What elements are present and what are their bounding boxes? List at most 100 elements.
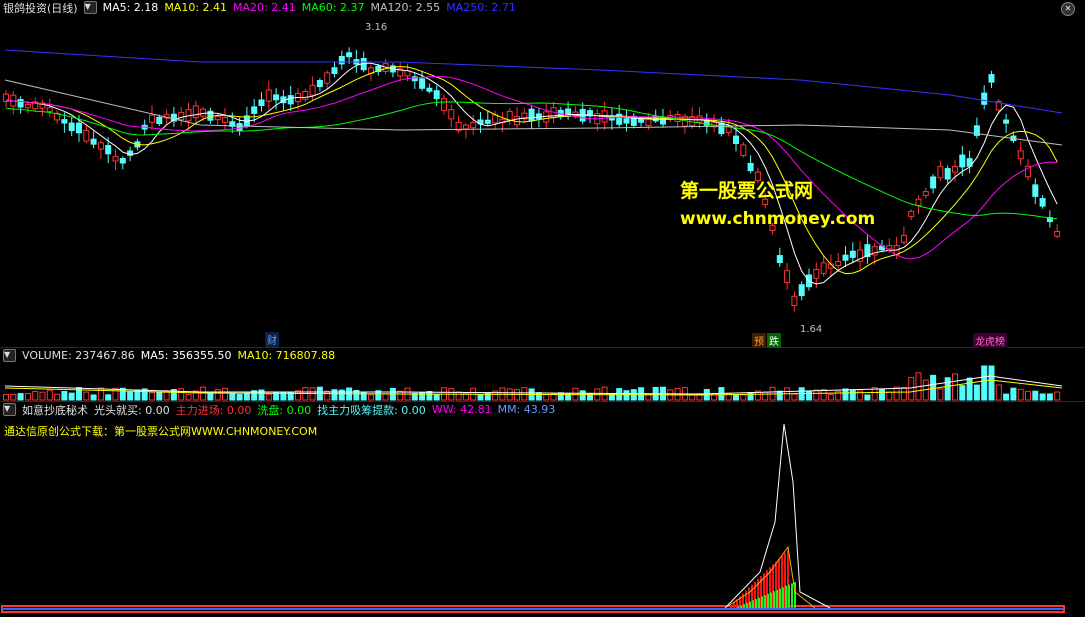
candle-body bbox=[718, 122, 725, 135]
event-marker-die[interactable]: 跌 bbox=[767, 333, 781, 348]
volume-bar bbox=[871, 387, 878, 401]
candle-body bbox=[514, 116, 520, 126]
volume-bar bbox=[265, 393, 272, 401]
candle-body bbox=[492, 114, 499, 124]
volume-bar bbox=[579, 390, 586, 401]
candle-body bbox=[258, 99, 265, 106]
indicator-legend: ▼ 如意抄底秘术 光头就买: 0.00 主力进场: 0.00 洗盘: 0.00 … bbox=[0, 402, 555, 417]
event-marker-longhubang[interactable]: 龙虎榜 bbox=[973, 333, 1007, 348]
volume-panel[interactable]: ▼ VOLUME: 237467.86 MA5: 356355.50 MA10:… bbox=[0, 347, 1085, 402]
ma10-line bbox=[5, 66, 1058, 275]
indicator-name: 如意抄底秘术 bbox=[22, 403, 88, 417]
candle-body bbox=[813, 268, 820, 279]
volume-bar bbox=[930, 374, 937, 401]
candle-body bbox=[331, 67, 338, 75]
candle-body bbox=[543, 111, 550, 123]
candle-body bbox=[740, 144, 747, 156]
volume-bar bbox=[937, 388, 944, 401]
volume-bar bbox=[988, 365, 995, 401]
indicator-subtitle: 通达信原创公式下载：第一股票公式网WWW.CHNMONEY.COM bbox=[4, 425, 318, 438]
chevron-down-icon[interactable]: ▼ bbox=[83, 1, 97, 14]
ma60-value: MA60: 2.37 bbox=[301, 1, 365, 14]
volume-bar bbox=[214, 389, 221, 401]
ww-value: WW: 42.81 bbox=[431, 403, 492, 416]
volume-bar bbox=[820, 388, 827, 401]
chevron-down-icon[interactable]: ▼ bbox=[3, 403, 16, 416]
volume-bar bbox=[608, 394, 615, 401]
volume-bar bbox=[966, 377, 973, 401]
candle-body bbox=[1032, 184, 1039, 197]
candle-body bbox=[915, 198, 922, 206]
volume-bar bbox=[368, 394, 374, 401]
candle-body bbox=[251, 106, 258, 114]
volume-bar bbox=[97, 387, 104, 401]
volume-bar bbox=[105, 394, 112, 401]
candle-body bbox=[733, 135, 739, 145]
volume-bar bbox=[258, 389, 265, 401]
candle-body bbox=[192, 105, 199, 119]
candle-body bbox=[419, 78, 426, 89]
volume-bar bbox=[200, 386, 207, 401]
candle-body bbox=[1054, 231, 1061, 237]
volume-bar bbox=[229, 393, 236, 401]
volume-bar bbox=[54, 393, 61, 401]
zhaozhuli-value: 找主力吸筹提款: 0.00 bbox=[317, 403, 426, 417]
ma20-line bbox=[5, 76, 1058, 260]
volume-bar bbox=[243, 392, 250, 401]
candle-body bbox=[178, 112, 185, 121]
candlestick-chart[interactable] bbox=[0, 0, 1085, 347]
volume-ma5-value: MA5: 356355.50 bbox=[140, 349, 232, 362]
candle-body bbox=[346, 52, 353, 58]
chevron-down-icon[interactable]: ▼ bbox=[3, 349, 16, 362]
candle-body bbox=[747, 162, 754, 172]
volume-bar bbox=[32, 390, 39, 401]
xipan-value: 洗盘: 0.00 bbox=[257, 403, 312, 417]
volume-bar bbox=[426, 390, 433, 401]
candle-body bbox=[952, 166, 958, 173]
volume-bar bbox=[864, 394, 871, 401]
candle-body bbox=[922, 191, 929, 196]
volume-bar bbox=[1032, 390, 1039, 401]
candle-body bbox=[309, 84, 316, 96]
volume-bar bbox=[207, 391, 214, 401]
watermark-site-name: 第一股票公式网 bbox=[680, 180, 814, 202]
candle-body bbox=[76, 122, 82, 134]
candle-body bbox=[1017, 150, 1024, 160]
volume-bar bbox=[39, 391, 46, 401]
volume-bar bbox=[944, 377, 951, 401]
candle-body bbox=[287, 95, 294, 105]
volume-bar bbox=[433, 393, 440, 401]
candle-body bbox=[17, 99, 24, 108]
volume-bar bbox=[959, 385, 966, 401]
ma20-value: MA20: 2.41 bbox=[233, 1, 296, 14]
stock-name: 银鸽投资(日线) bbox=[3, 1, 78, 15]
candle-body bbox=[302, 90, 309, 100]
candle-body bbox=[83, 129, 90, 142]
candle-body bbox=[119, 158, 126, 164]
event-marker-yu[interactable]: 预 bbox=[752, 333, 766, 348]
candle-body bbox=[200, 108, 207, 117]
candle-body bbox=[1003, 119, 1010, 124]
candle-body bbox=[842, 254, 849, 261]
volume-bar bbox=[557, 392, 564, 401]
event-marker-cai[interactable]: 财 bbox=[265, 332, 279, 347]
ma5-value: MA5: 2.18 bbox=[102, 1, 159, 14]
candle-body bbox=[791, 295, 798, 306]
close-icon[interactable]: ✕ bbox=[1061, 2, 1075, 16]
volume-bar bbox=[185, 393, 192, 401]
candle-body bbox=[68, 122, 75, 132]
candle-body bbox=[214, 115, 221, 121]
volume-bar bbox=[900, 387, 907, 401]
candle-body bbox=[784, 270, 791, 284]
candle-body bbox=[105, 145, 112, 155]
indicator-panel[interactable]: ▼ 如意抄底秘术 光头就买: 0.00 主力进场: 0.00 洗盘: 0.00 … bbox=[0, 401, 1085, 617]
volume-bar bbox=[83, 391, 90, 401]
price-chart-panel[interactable]: 银鸽投资(日线) ▼ MA5: 2.18 MA10: 2.41 MA20: 2.… bbox=[0, 0, 1085, 348]
candle-body bbox=[623, 118, 630, 124]
candle-body bbox=[61, 119, 68, 124]
volume-bar bbox=[24, 392, 31, 401]
candle-body bbox=[820, 262, 827, 274]
zhuli-value: 主力进场: 0.00 bbox=[175, 403, 252, 417]
volume-bar bbox=[1003, 393, 1010, 401]
candle-body bbox=[981, 92, 988, 105]
